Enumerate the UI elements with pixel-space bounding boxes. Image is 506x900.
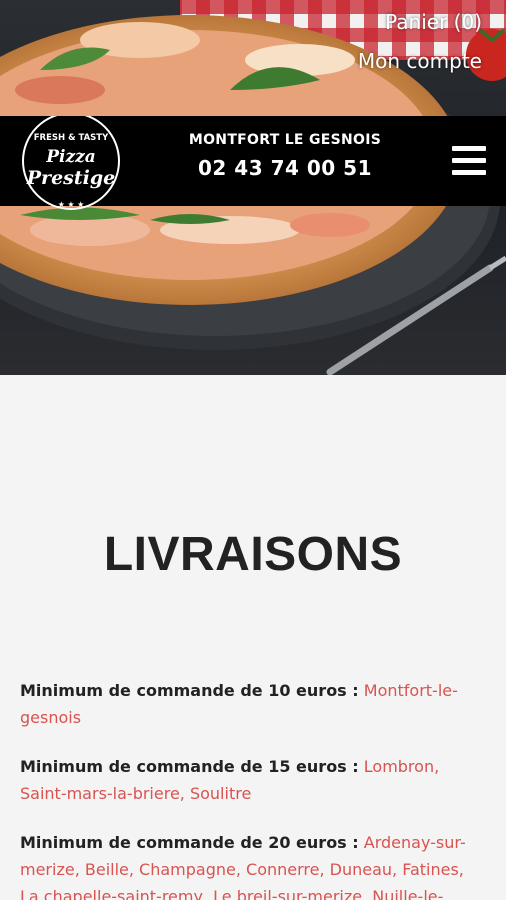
phone-number[interactable]: 02 43 74 00 51 (180, 156, 390, 180)
account-link[interactable]: Mon compte (358, 47, 482, 75)
top-links: Panier (0) Mon compte (358, 8, 482, 75)
pizza-prestige-logo[interactable]: FRESH & TASTY Pizza Prestige ★ ★ ★ (18, 116, 124, 214)
svg-text:Prestige: Prestige (26, 167, 115, 189)
delivery-item: Minimum de commande de 15 euros : Lombro… (20, 753, 486, 807)
cart-link[interactable]: Panier (0) (358, 8, 482, 36)
svg-text:FRESH & TASTY: FRESH & TASTY (34, 133, 109, 143)
page-title: LIVRAISONS (103, 528, 403, 581)
delivery-item: Minimum de commande de 20 euros : Ardena… (20, 829, 486, 900)
city-name: MONTFORT LE GESNOIS (188, 132, 382, 148)
svg-text:Pizza: Pizza (45, 147, 96, 167)
delivery-minimum-label: Minimum de commande de 15 euros : (20, 757, 359, 776)
delivery-minimum-label: Minimum de commande de 20 euros : (20, 833, 359, 852)
delivery-item: Minimum de commande de 10 euros : Montfo… (20, 677, 486, 731)
hamburger-menu-icon[interactable] (452, 146, 486, 176)
svg-text:★ ★ ★: ★ ★ ★ (58, 200, 85, 209)
main-content: LIVRAISONS Minimum de commande de 10 eur… (0, 375, 506, 900)
delivery-minimum-label: Minimum de commande de 10 euros : (20, 681, 359, 700)
contact-block: MONTFORT LE GESNOIS 02 43 74 00 51 (180, 132, 390, 180)
header-bar: FRESH & TASTY Pizza Prestige ★ ★ ★ MONTF… (0, 116, 506, 210)
